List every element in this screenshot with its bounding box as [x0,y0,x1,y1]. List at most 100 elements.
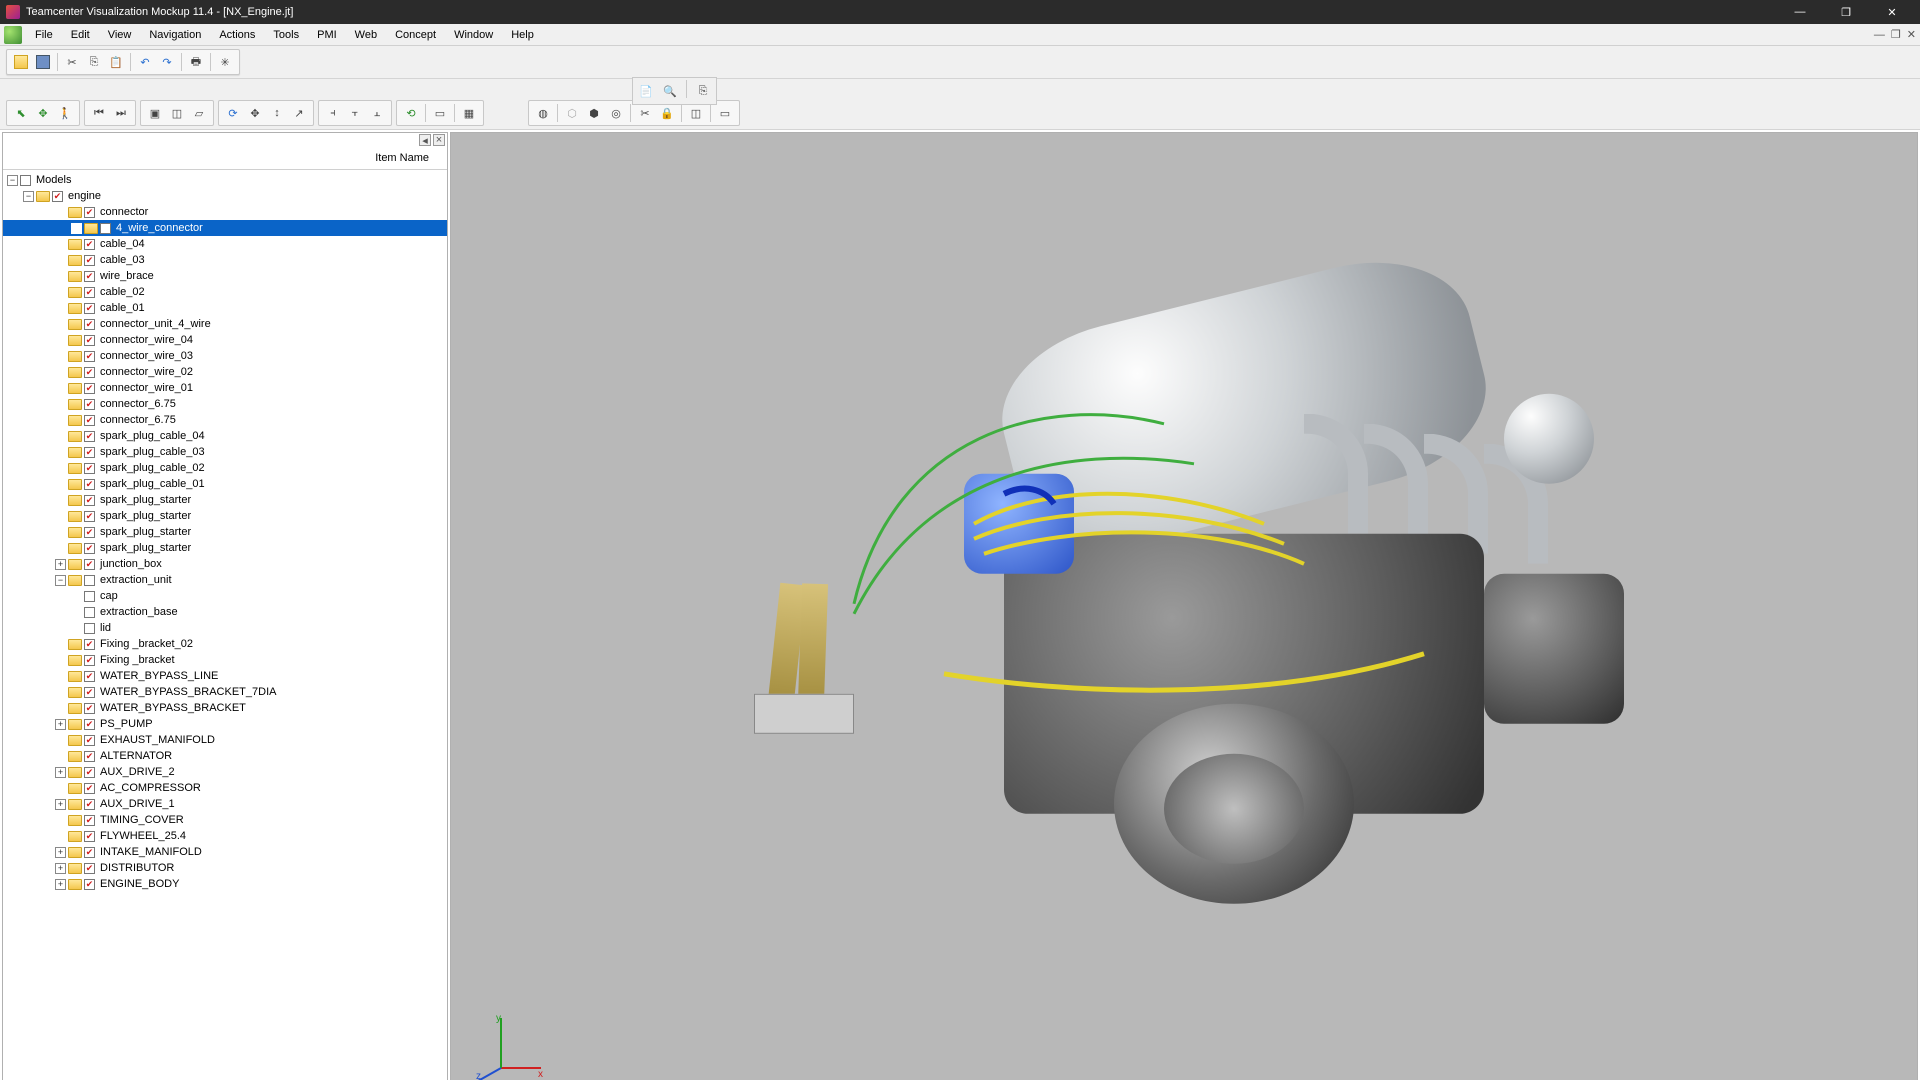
tree-node[interactable]: connector_6.75 [3,396,447,412]
save-button[interactable] [32,51,54,73]
visibility-checkbox[interactable] [84,591,95,602]
tree-node[interactable]: lid [3,620,447,636]
visibility-checkbox[interactable] [84,303,95,314]
tree-node[interactable]: Fixing _bracket_02 [3,636,447,652]
tree-node[interactable]: connector_wire_03 [3,348,447,364]
tree-node[interactable]: spark_plug_starter [3,508,447,524]
expand-icon[interactable]: + [55,559,66,570]
expand-icon[interactable]: + [55,799,66,810]
tree-node[interactable]: EXHAUST_MANIFOLD [3,732,447,748]
first-frame-button[interactable]: ⏮ [88,102,110,124]
last-frame-button[interactable]: ⏭ [110,102,132,124]
tree-node[interactable]: +AUX_DRIVE_2 [3,764,447,780]
tree-node[interactable]: +ENGINE_BODY [3,876,447,892]
visibility-checkbox[interactable] [84,671,95,682]
window-copy-button[interactable]: ⎘ [692,80,714,102]
visibility-checkbox[interactable] [20,175,31,186]
menu-window[interactable]: Window [445,24,502,46]
pan-button[interactable]: ✥ [244,102,266,124]
maximize-button[interactable]: ❐ [1824,1,1868,23]
visibility-checkbox[interactable] [84,335,95,346]
tree-node[interactable]: −extraction_unit [3,572,447,588]
seek-button[interactable]: ↗ [288,102,310,124]
visibility-checkbox[interactable] [84,479,95,490]
menu-tools[interactable]: Tools [264,24,308,46]
visibility-checkbox[interactable] [84,431,95,442]
menu-view[interactable]: View [99,24,141,46]
snapshot-button[interactable]: 📄 [635,80,657,102]
tree-node[interactable]: +DISTRIBUTOR [3,860,447,876]
minimize-button[interactable]: — [1778,1,1822,23]
tree-node[interactable]: connector_6.75 [3,412,447,428]
tree-node[interactable]: connector_wire_02 [3,364,447,380]
tree-node[interactable]: FLYWHEEL_25.4 [3,828,447,844]
poly-select-button[interactable]: ▱ [188,102,210,124]
visibility-checkbox[interactable] [84,831,95,842]
visibility-checkbox[interactable] [84,687,95,698]
visibility-checkbox[interactable] [84,719,95,730]
panel-pin-icon[interactable]: ◂ [419,134,431,146]
tree-node[interactable]: −Models [3,172,447,188]
collapse-icon[interactable]: − [23,191,34,202]
tree-node[interactable]: spark_plug_starter [3,540,447,556]
align-left-button[interactable]: ⫞ [322,102,344,124]
visibility-checkbox[interactable] [84,207,95,218]
tree-column-header[interactable]: Item Name [3,146,447,170]
tree-node[interactable]: spark_plug_cable_02 [3,460,447,476]
tree-node[interactable]: WATER_BYPASS_BRACKET_7DIA [3,684,447,700]
visibility-checkbox[interactable] [84,287,95,298]
menu-actions[interactable]: Actions [210,24,264,46]
visibility-checkbox[interactable] [84,847,95,858]
expand-icon[interactable]: + [55,767,66,778]
tree-node[interactable]: WATER_BYPASS_BRACKET [3,700,447,716]
expand-icon[interactable]: + [55,863,66,874]
lock-button[interactable]: 🔒 [656,102,678,124]
visibility-checkbox[interactable] [84,815,95,826]
tree-node[interactable]: WATER_BYPASS_LINE [3,668,447,684]
zoom-button[interactable]: ↕ [266,102,288,124]
visibility-checkbox[interactable] [84,703,95,714]
visibility-checkbox[interactable] [84,623,95,634]
view-button[interactable]: ▦ [458,102,480,124]
box-select-button[interactable]: ▣ [144,102,166,124]
paste-button[interactable]: 📋 [105,51,127,73]
tree-node[interactable]: cable_01 [3,300,447,316]
tree-node[interactable]: spark_plug_cable_04 [3,428,447,444]
menu-concept[interactable]: Concept [386,24,445,46]
visibility-checkbox[interactable] [84,735,95,746]
tree-node[interactable]: cable_02 [3,284,447,300]
tree-node[interactable]: TIMING_COVER [3,812,447,828]
mdi-restore-icon[interactable]: ❐ [1891,28,1901,41]
shade-button[interactable]: ◍ [532,102,554,124]
visibility-checkbox[interactable] [84,255,95,266]
cut-button[interactable]: ✂ [61,51,83,73]
model-tree[interactable]: −Models−engineconnector4_wire_connectorc… [3,170,447,1080]
visibility-checkbox[interactable] [84,383,95,394]
tree-node[interactable]: connector_unit_4_wire [3,316,447,332]
menu-help[interactable]: Help [502,24,543,46]
visibility-checkbox[interactable] [84,239,95,250]
expand-icon[interactable]: + [55,719,66,730]
tree-node[interactable]: spark_plug_starter [3,492,447,508]
tree-node[interactable]: connector [3,204,447,220]
align-center-button[interactable]: ⫟ [344,102,366,124]
fit-button[interactable]: ▭ [429,102,451,124]
open-button[interactable] [10,51,32,73]
visibility-checkbox[interactable] [84,575,95,586]
visibility-checkbox[interactable] [84,527,95,538]
visibility-checkbox[interactable] [84,863,95,874]
tree-node[interactable]: cap [3,588,447,604]
visibility-checkbox[interactable] [84,495,95,506]
tree-node[interactable]: Fixing _bracket [3,652,447,668]
visibility-checkbox[interactable] [84,367,95,378]
undo-button[interactable]: ↶ [134,51,156,73]
visibility-checkbox[interactable] [84,559,95,570]
visibility-checkbox[interactable] [84,511,95,522]
align-right-button[interactable]: ⫠ [366,102,388,124]
visibility-checkbox[interactable] [84,799,95,810]
menu-navigation[interactable]: Navigation [140,24,210,46]
examine-button[interactable]: ✥ [32,102,54,124]
visibility-checkbox[interactable] [84,543,95,554]
tree-node[interactable]: +junction_box [3,556,447,572]
visibility-checkbox[interactable] [84,879,95,890]
